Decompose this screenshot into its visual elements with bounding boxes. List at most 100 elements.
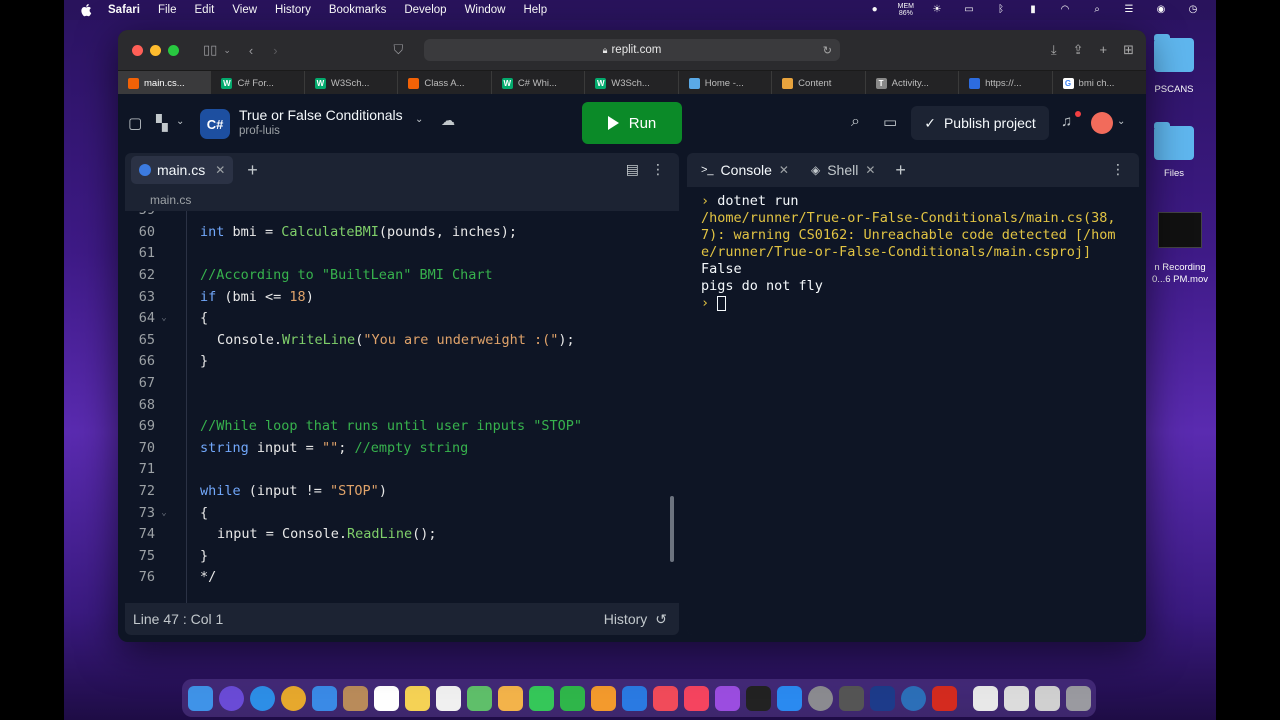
- acrobat-icon[interactable]: [932, 685, 957, 711]
- clock-icon[interactable]: ◷: [1184, 4, 1202, 16]
- editor-scrollbar[interactable]: [670, 496, 674, 562]
- avatar[interactable]: [1091, 112, 1113, 134]
- workspace-menu-icon[interactable]: ▚: [156, 114, 168, 132]
- trash-icon[interactable]: [1066, 685, 1091, 711]
- run-button[interactable]: Run: [582, 102, 682, 144]
- wifi-icon[interactable]: ◠: [1056, 4, 1074, 16]
- download-icon[interactable]: ⤓: [1051, 42, 1057, 58]
- siri-app-icon[interactable]: [219, 685, 244, 711]
- url-bar[interactable]: 🔒︎ replit.com ↻: [424, 39, 840, 61]
- keynote-icon[interactable]: [622, 685, 647, 711]
- browser-tab[interactable]: W C# Whi...: [492, 71, 586, 95]
- music-icon[interactable]: [684, 685, 709, 711]
- code-area[interactable]: 59 60int bmi = CalculateBMI(pounds, inch…: [125, 211, 679, 603]
- tab-overview-icon[interactable]: ⊞: [1123, 42, 1134, 58]
- quicktime-icon[interactable]: [901, 685, 926, 711]
- add-tab-icon[interactable]: +: [895, 160, 906, 181]
- close-icon[interactable]: ✕: [779, 163, 789, 177]
- chevron-down-icon[interactable]: ⌄: [415, 114, 423, 125]
- car-icon[interactable]: ▭: [960, 4, 978, 16]
- reminders-icon[interactable]: [436, 685, 461, 711]
- menu-file[interactable]: File: [158, 4, 177, 16]
- new-tab-icon[interactable]: +: [1100, 42, 1108, 58]
- cursor-position[interactable]: Line 47 : Col 1: [133, 611, 223, 627]
- add-tab-icon[interactable]: +: [247, 160, 258, 181]
- browser-tab[interactable]: W W3Sch...: [305, 71, 399, 95]
- menu-view[interactable]: View: [232, 4, 257, 16]
- pages-icon[interactable]: [591, 685, 616, 711]
- browser-tab[interactable]: Gbmi ch...: [1053, 71, 1146, 95]
- preview-icon[interactable]: [839, 685, 864, 711]
- browser-tab[interactable]: Content: [772, 71, 866, 95]
- notes-icon[interactable]: [405, 685, 430, 711]
- photos-icon[interactable]: [498, 685, 523, 711]
- battery-icon[interactable]: ▮: [1024, 4, 1042, 16]
- app-store-icon[interactable]: [777, 685, 802, 711]
- siri-icon[interactable]: ◉: [1152, 4, 1170, 16]
- notification-bell-icon[interactable]: ♫: [1061, 113, 1072, 130]
- mail-icon[interactable]: [312, 685, 337, 711]
- screenshot-file-icon[interactable]: [1004, 685, 1029, 711]
- screenshot-file-icon[interactable]: [1035, 685, 1060, 711]
- console-prompt[interactable]: ›: [701, 295, 1125, 312]
- minimize-window-button[interactable]: [150, 44, 161, 56]
- menu-edit[interactable]: Edit: [195, 4, 215, 16]
- apple-icon[interactable]: [80, 3, 94, 17]
- close-window-button[interactable]: [132, 44, 143, 56]
- bluetooth-icon[interactable]: ᛒ: [992, 4, 1010, 16]
- browser-tab[interactable]: W C# For...: [211, 71, 305, 95]
- record-icon[interactable]: ●: [866, 4, 884, 16]
- sidebar-toggle-icon[interactable]: ▯▯: [203, 42, 217, 58]
- podcasts-icon[interactable]: [715, 685, 740, 711]
- chat-icon[interactable]: ▭: [883, 113, 897, 131]
- tab-main-cs[interactable]: main.cs ✕: [131, 156, 234, 184]
- memory-indicator[interactable]: MEM 86%: [898, 3, 914, 17]
- system-settings-icon[interactable]: [808, 685, 833, 711]
- fold-chevron-icon[interactable]: ⌄: [155, 313, 173, 323]
- browser-tab[interactable]: T Activity...: [866, 71, 960, 95]
- calendar-icon[interactable]: [374, 685, 399, 711]
- reload-icon[interactable]: ↻: [823, 44, 832, 57]
- publish-project-button[interactable]: ✓ Publish project: [911, 106, 1049, 140]
- tv-icon[interactable]: [746, 685, 771, 711]
- browser-tab[interactable]: https://...: [959, 71, 1053, 95]
- chevron-down-icon[interactable]: ⌄: [176, 116, 184, 127]
- control-center-icon[interactable]: ☰: [1120, 4, 1138, 16]
- finder-icon[interactable]: [188, 685, 213, 711]
- contacts-icon[interactable]: [343, 685, 368, 711]
- more-options-icon[interactable]: ⋮: [651, 161, 665, 178]
- tab-shell[interactable]: ◈ Shell ✕: [805, 156, 881, 184]
- project-owner[interactable]: prof-luis: [239, 125, 280, 137]
- menu-window[interactable]: Window: [465, 4, 506, 16]
- browser-tab[interactable]: Class A...: [398, 71, 492, 95]
- privacy-shield-icon[interactable]: ⛉: [394, 42, 404, 58]
- chevron-down-icon[interactable]: ⌄: [1117, 116, 1125, 127]
- chrome-icon[interactable]: [281, 685, 306, 711]
- menu-history[interactable]: History: [275, 4, 311, 16]
- webex-icon[interactable]: [870, 685, 895, 711]
- share-icon[interactable]: ⇪: [1073, 42, 1084, 58]
- sidebar-toggle-icon[interactable]: ▢: [128, 114, 142, 132]
- browser-tab[interactable]: main.cs...: [118, 71, 212, 95]
- cloud-icon[interactable]: ☁: [441, 112, 455, 129]
- more-options-icon[interactable]: ⋮: [1111, 161, 1125, 178]
- menu-bookmarks[interactable]: Bookmarks: [329, 4, 387, 16]
- news-icon[interactable]: [653, 685, 678, 711]
- weather-icon[interactable]: ☀: [928, 4, 946, 16]
- browser-tab[interactable]: Home -...: [679, 71, 773, 95]
- spotlight-icon[interactable]: ⌕: [1088, 4, 1106, 16]
- back-icon[interactable]: ‹: [249, 43, 253, 58]
- menu-app-name[interactable]: Safari: [108, 4, 140, 16]
- search-icon[interactable]: ⌕: [851, 113, 860, 131]
- desktop-recording-file[interactable]: n Recording 0...6 PM.mov: [1144, 212, 1216, 286]
- maps-icon[interactable]: [467, 685, 492, 711]
- menu-develop[interactable]: Develop: [404, 4, 446, 16]
- history-button[interactable]: History ↺: [604, 611, 667, 628]
- project-title[interactable]: True or False Conditionals: [239, 107, 403, 123]
- desktop-folder-files[interactable]: Files: [1144, 122, 1204, 179]
- safari-icon[interactable]: [250, 685, 275, 711]
- chevron-down-icon[interactable]: ⌄: [223, 45, 231, 56]
- browser-tab[interactable]: W W3Sch...: [585, 71, 679, 95]
- close-icon[interactable]: ✕: [865, 163, 875, 177]
- forward-icon[interactable]: ›: [273, 43, 277, 58]
